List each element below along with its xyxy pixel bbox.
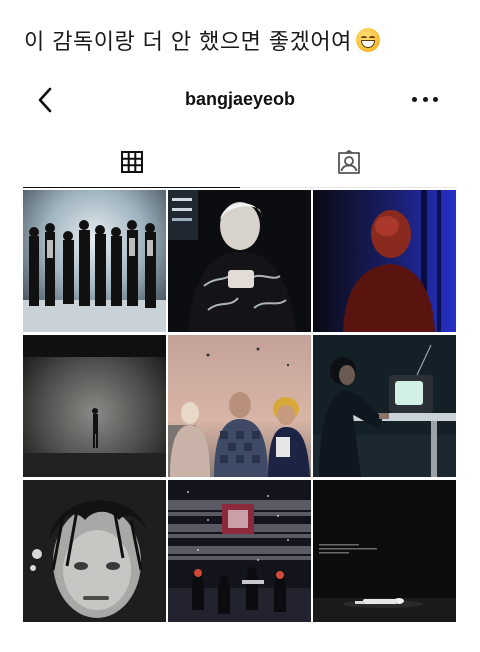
- grid-tile-neon-jacket[interactable]: [168, 190, 311, 332]
- caption-text: 이 감독이랑 더 안 했으면 좋겠어여: [24, 30, 352, 55]
- post-caption: 이 감독이랑 더 안 했으면 좋겠어여: [24, 24, 380, 56]
- tab-tagged[interactable]: [240, 146, 457, 188]
- more-options-button[interactable]: [412, 92, 438, 106]
- grid-tile-dark-stage-figure[interactable]: [313, 480, 456, 622]
- tagged-person-icon: [337, 150, 360, 174]
- grid-tile-group-stage[interactable]: [23, 190, 166, 332]
- profile-header: bangjaeyeob: [0, 84, 480, 116]
- grid-tile-man-retro-tv[interactable]: [313, 335, 456, 477]
- grinning-emoji-icon: [355, 28, 380, 52]
- grid-icon: [120, 151, 143, 173]
- grid-tile-bw-wet-hair[interactable]: [23, 480, 166, 622]
- more-horizontal-icon: [412, 96, 417, 102]
- grid-tile-red-blue-portrait[interactable]: [313, 190, 456, 332]
- grid-tile-concert-hall[interactable]: [168, 480, 311, 622]
- grid-tile-silhouette-fog[interactable]: [23, 335, 166, 477]
- posts-grid: [23, 190, 457, 622]
- tab-posts-grid[interactable]: [23, 146, 240, 188]
- profile-tabs: [23, 146, 457, 188]
- profile-username: bangjaeyeob: [184, 89, 296, 109]
- grid-tile-three-men-pink-sky[interactable]: [168, 335, 311, 477]
